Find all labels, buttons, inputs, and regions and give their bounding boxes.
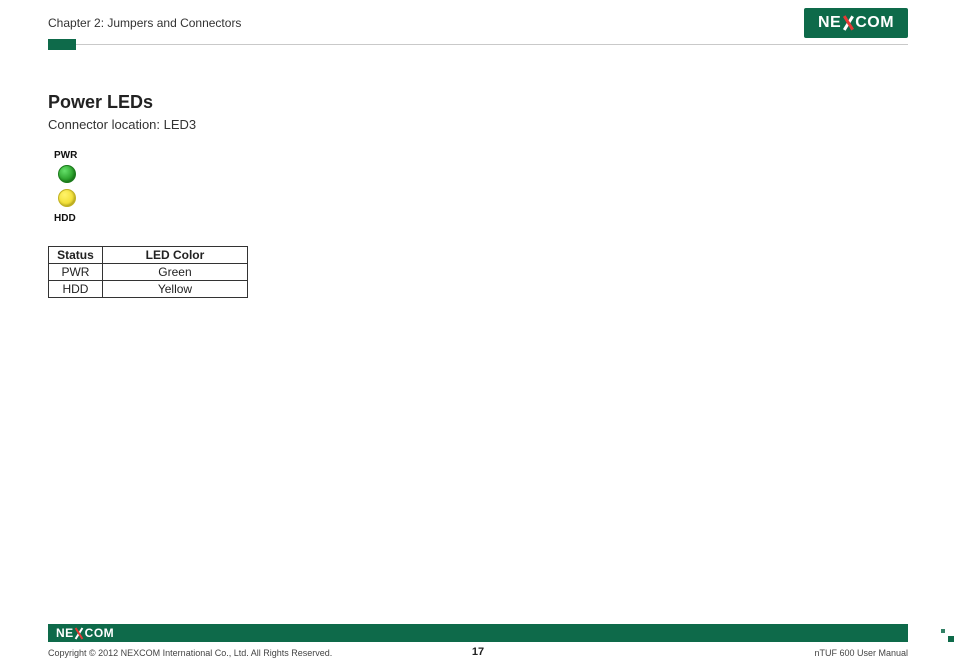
brand-logo-right: COM [855, 14, 894, 32]
pwr-led-icon [58, 165, 76, 183]
brand-logo-x-icon [842, 16, 854, 30]
footer-bar: NE COM [48, 624, 908, 642]
table-row: HDD Yellow [49, 281, 248, 298]
led-status-table: Status LED Color PWR Green HDD Yellow [48, 246, 248, 298]
table-header-color: LED Color [102, 247, 247, 264]
section-subtitle: Connector location: LED3 [48, 117, 478, 132]
brand-logo-left: NE [818, 14, 841, 32]
led-diagram: PWR HDD [54, 150, 478, 224]
led-top-label: PWR [54, 150, 478, 161]
footer-page-number: 17 [472, 646, 484, 658]
chapter-title: Chapter 2: Jumpers and Connectors [48, 16, 908, 30]
table-header-status: Status [49, 247, 103, 264]
footer-brand-right: COM [85, 626, 115, 640]
cell-color: Yellow [102, 281, 247, 298]
cell-color: Green [102, 264, 247, 281]
footer-brand-left: NE [56, 626, 74, 640]
cell-status: HDD [49, 281, 103, 298]
hdd-led-icon [58, 189, 76, 207]
footer-brand-logo: NE COM [56, 626, 114, 640]
footer-brand-x-icon [75, 628, 84, 639]
footer-doc-name: nTUF 600 User Manual [814, 648, 908, 658]
section-title: Power LEDs [48, 92, 478, 113]
table-row: PWR Green [49, 264, 248, 281]
brand-logo: NE COM [804, 8, 908, 38]
led-bottom-label: HDD [54, 213, 478, 224]
footer-copyright: Copyright © 2012 NEXCOM International Co… [48, 648, 332, 658]
footer-corner-decor [938, 624, 954, 642]
header-divider [48, 44, 908, 45]
cell-status: PWR [49, 264, 103, 281]
